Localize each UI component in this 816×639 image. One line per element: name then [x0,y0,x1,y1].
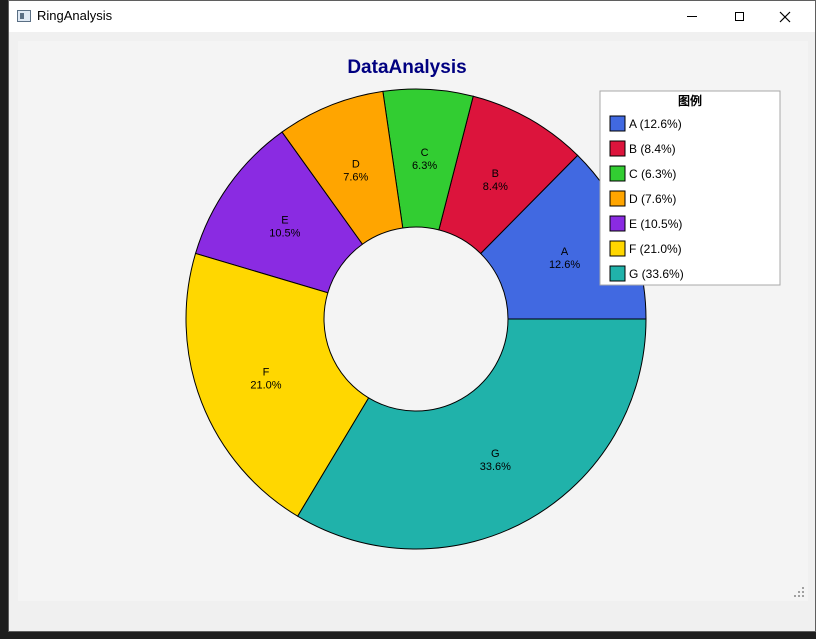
legend-box [599,90,781,286]
legend-swatch-g [609,265,626,282]
legend-title: 图例 [678,93,702,108]
slice-label-percent: 10.5% [269,228,300,240]
app-window: RingAnalysis DataAnalysis A 12.6% B 8.4% C 6.… [8,0,816,632]
legend-swatch-f [609,240,626,257]
slice-label-percent: 7.6% [343,172,368,184]
slice-label-name: E [281,215,288,227]
legend-swatch-d [609,190,626,207]
close-button[interactable] [762,1,808,32]
resize-grip[interactable] [794,587,804,597]
slice-label-name: D [352,159,360,171]
legend-entry-label: A (12.6%) [629,117,682,131]
slice-label-name: A [561,246,569,258]
slice-label-name: F [263,366,270,378]
legend-entry-label: B (8.4%) [629,142,676,156]
legend-entry-label: E (10.5%) [629,217,682,231]
legend-swatch-e [609,215,626,232]
minimize-icon [687,16,697,17]
legend-swatch-a [609,115,626,132]
slice-label-percent: 6.3% [412,160,437,172]
legend-entry-label: G (33.6%) [629,267,684,281]
slice-g [296,318,647,550]
legend-entry-label: D (7.6%) [629,192,676,206]
window-title: RingAnalysis [37,8,113,23]
legend: 图例 A (12.6%) B (8.4%) C (6.3%) D (7.6%) E (1… [599,90,781,286]
slice-label-name: G [491,448,500,460]
chart-title: DataAnalysis [347,57,466,78]
legend-swatch-c [609,165,626,182]
slice-label-percent: 33.6% [480,461,511,473]
slice-label-name: C [421,147,429,159]
maximize-button[interactable] [716,1,762,32]
legend-entry-label: F (21.0%) [629,242,682,256]
title-bar[interactable]: RingAnalysis [9,1,815,32]
slice-label-percent: 12.6% [549,259,580,271]
close-icon [779,11,791,22]
donut-chart: DataAnalysis A12.6% B8.4% C6.3% D7.6% E10.5%… [185,57,781,550]
slice-label-percent: 21.0% [250,379,281,391]
legend-entry-label: C (6.3%) [629,167,676,181]
slice-label-name: B [492,168,499,180]
app-window-icon [17,10,31,22]
donut-slices [185,88,647,550]
slice-label-percent: 8.4% [483,181,508,193]
maximize-icon [734,12,744,21]
chart-area: DataAnalysis A 12.6% B 8.4% C 6.3% D 7.6% E 10.5%… [18,41,808,601]
minimize-button[interactable] [669,1,715,32]
legend-swatch-b [609,140,626,157]
